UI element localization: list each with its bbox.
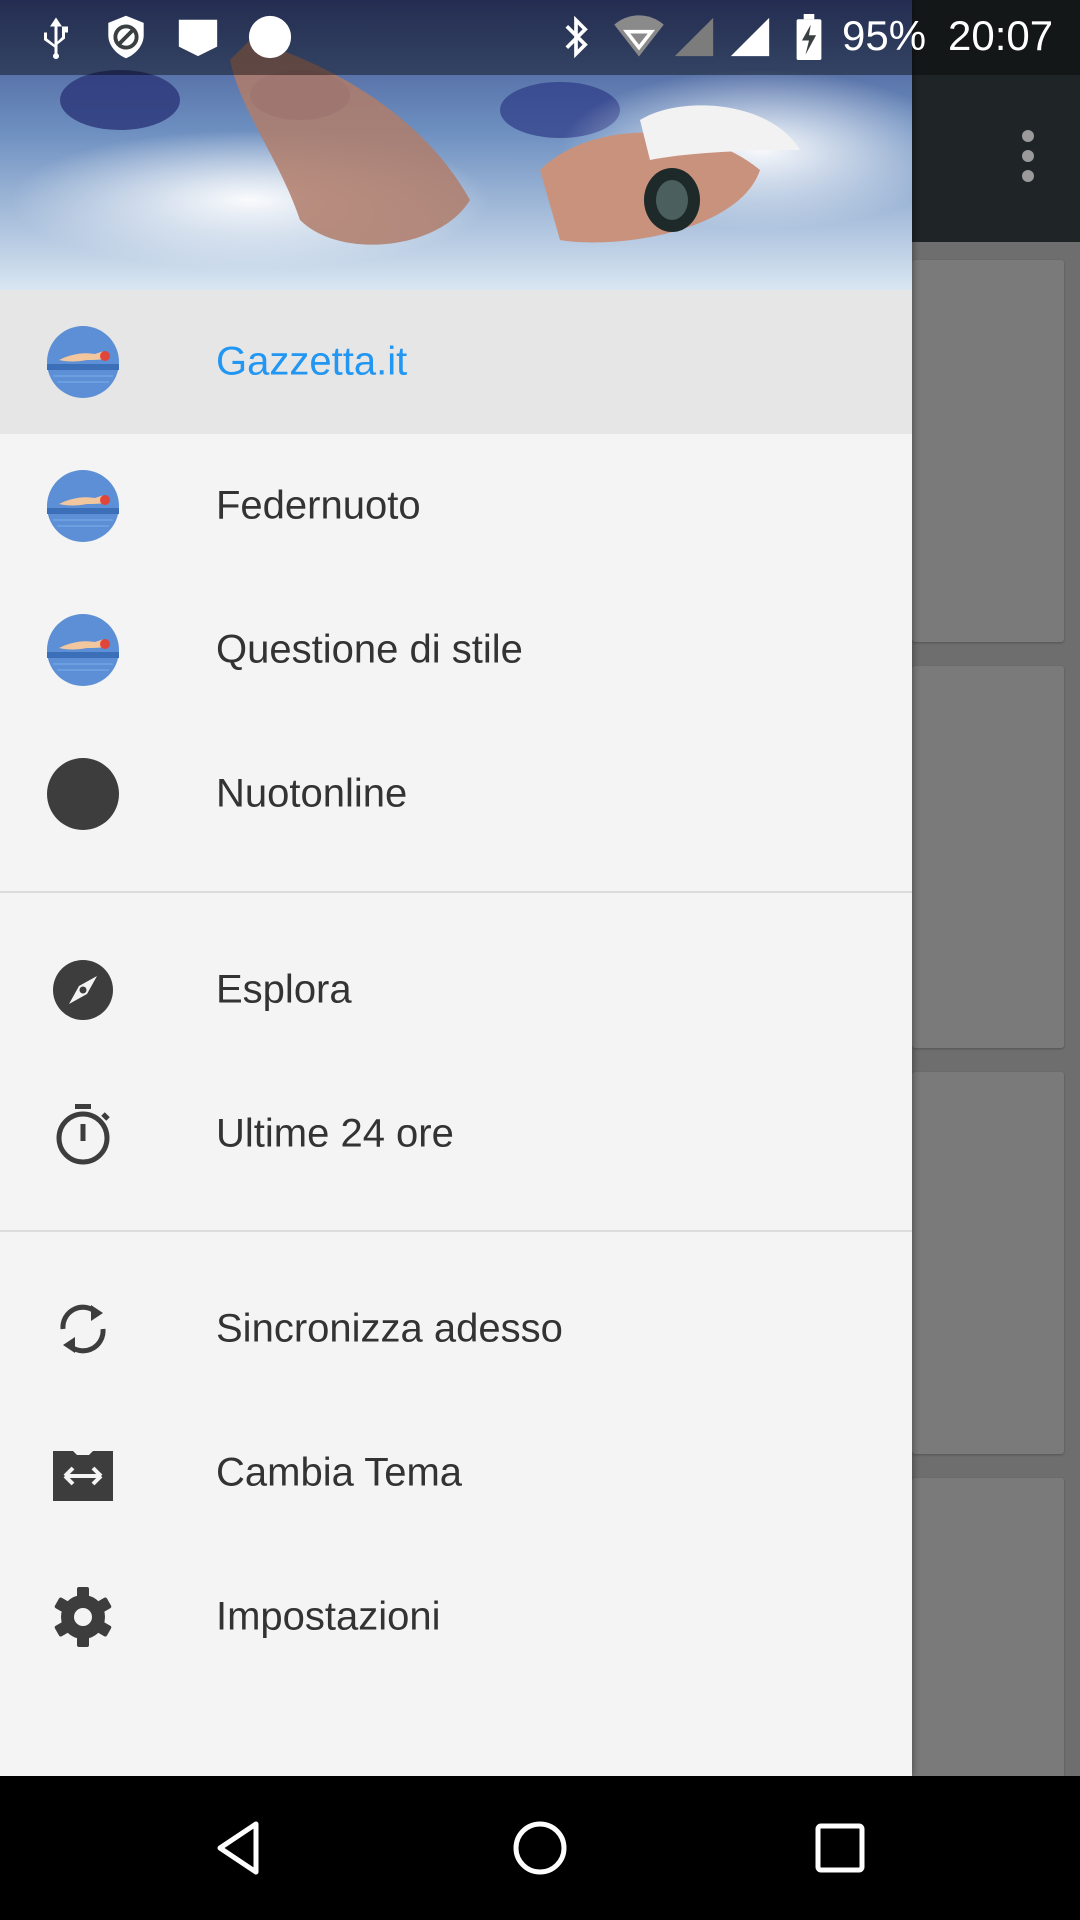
swimmer-avatar-icon: [47, 326, 119, 398]
drawer-item-federnuoto[interactable]: Federnuoto: [0, 434, 912, 578]
usb-icon: [44, 17, 68, 60]
background-card: [912, 260, 1064, 642]
recents-icon[interactable]: [804, 1812, 876, 1884]
compass-icon: [53, 960, 113, 1020]
drawer-item-impostazioni[interactable]: Impostazioni: [0, 1545, 912, 1689]
overflow-menu-icon[interactable]: [1016, 130, 1040, 190]
wifi-icon: [614, 15, 664, 57]
drawer-item-sincronizza[interactable]: Sincronizza adesso: [0, 1257, 912, 1401]
drawer-item-label: Sincronizza adesso: [216, 1306, 563, 1351]
background-card: [912, 666, 1064, 1048]
drawer-item-label: Gazzetta.it: [216, 339, 408, 384]
timer-icon: [56, 1104, 110, 1165]
status-bar: 95% 20:07: [0, 0, 1080, 75]
drawer-item-esplora[interactable]: Esplora: [0, 918, 912, 1062]
drawer-item-cambia-tema[interactable]: Cambia Tema: [0, 1401, 912, 1545]
bluetooth-icon: [565, 15, 588, 59]
drawer-item-label: Federnuoto: [216, 483, 421, 528]
drawer-item-nuotonline[interactable]: Nuotonline: [0, 722, 912, 866]
drawer-item-questione-di-stile[interactable]: Questione di stile: [0, 578, 912, 722]
background-card: [912, 1072, 1064, 1454]
gear-icon: [54, 1587, 112, 1647]
back-icon[interactable]: [204, 1812, 276, 1884]
drawer-item-label: Nuotonline: [216, 771, 408, 816]
divider: [0, 891, 912, 893]
circle-icon: [248, 15, 292, 59]
battery-percent: 95%: [842, 12, 927, 59]
system-navigation-bar: [0, 1776, 1080, 1920]
navigation-drawer: Gazzetta.it Federnuoto Questione di stil…: [0, 0, 912, 1776]
drawer-item-label: Esplora: [216, 967, 352, 1012]
drawer-item-ultime-24-ore[interactable]: Ultime 24 ore: [0, 1062, 912, 1206]
sync-icon: [60, 1304, 106, 1354]
swimmer-avatar-icon: [47, 470, 119, 542]
notification-icon: [178, 19, 218, 57]
home-icon[interactable]: [504, 1812, 576, 1884]
signal-icon: [730, 17, 770, 57]
drawer-item-label: Impostazioni: [216, 1594, 441, 1639]
clock: 20:07: [948, 12, 1054, 59]
swimmer-avatar-icon: [47, 614, 119, 686]
divider: [0, 1230, 912, 1232]
dark-circle-icon: [47, 758, 119, 830]
drawer-item-label: Cambia Tema: [216, 1450, 463, 1495]
signal-icon: [674, 17, 714, 57]
drawer-item-label: Questione di stile: [216, 627, 523, 672]
drawer-item-gazzetta[interactable]: Gazzetta.it: [0, 290, 912, 434]
drawer-item-label: Ultime 24 ore: [216, 1111, 454, 1156]
battery-charging-icon: [796, 14, 822, 60]
shield-icon: [108, 15, 144, 59]
switch-theme-icon: [53, 1451, 113, 1501]
